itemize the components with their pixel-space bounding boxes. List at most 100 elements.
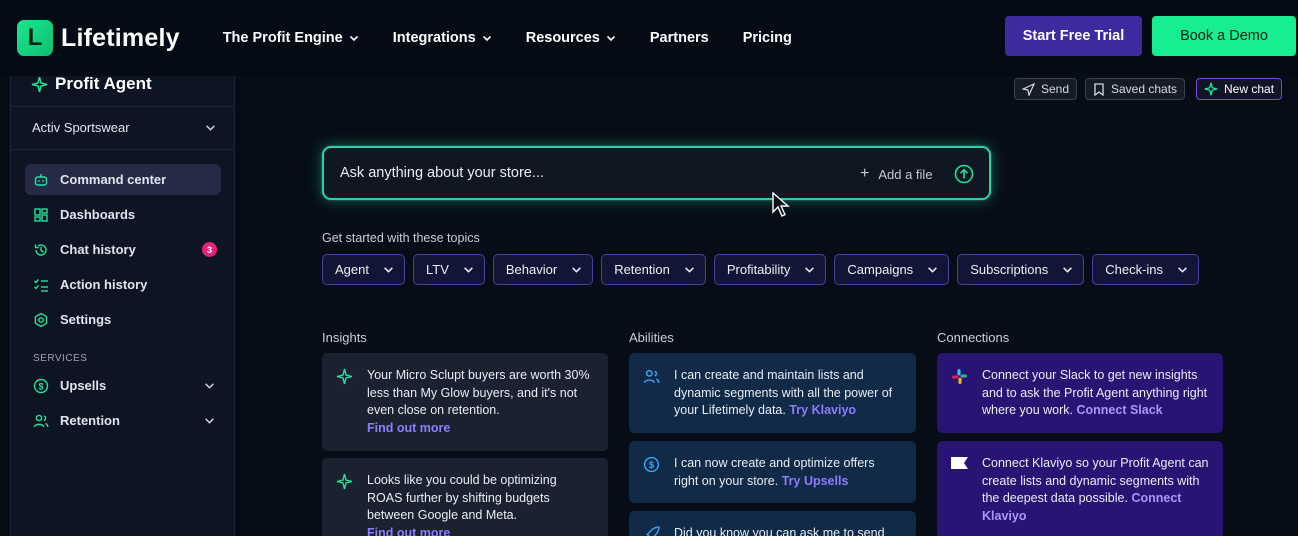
topic-check-ins[interactable]: Check-ins [1092, 254, 1200, 285]
plus-icon: + [860, 165, 870, 182]
sidebar-item-label: Chat history [60, 242, 136, 257]
find-out-more-link[interactable]: Find out more [367, 525, 594, 536]
nav-link-resources[interactable]: Resources [526, 30, 616, 46]
chevron-down-icon [463, 267, 473, 273]
sidebar-title: Profit Agent [31, 74, 152, 94]
try-upsells-link[interactable]: Try Upsells [782, 474, 849, 488]
chevron-down-icon [1063, 267, 1073, 273]
chevron-down-icon [384, 267, 393, 273]
sidebar-item-upsells[interactable]: $ Upsells [25, 370, 221, 401]
nav-link-label: The Profit Engine [222, 30, 343, 46]
ability-card[interactable]: I can create and maintain lists and dyna… [629, 353, 916, 433]
insight-card[interactable]: Looks like you could be optimizing ROAS … [322, 458, 608, 536]
robot-icon [33, 172, 49, 188]
ability-card[interactable]: Did you know you can ask me to send [629, 511, 916, 536]
settings-icon [33, 312, 49, 328]
list-check-icon [33, 277, 49, 293]
insight-text: Your Micro Sclupt buyers are worth 30% l… [367, 368, 590, 417]
sparkle-icon [31, 76, 48, 92]
connections-heading: Connections [937, 330, 1010, 345]
nav-link-integrations[interactable]: Integrations [393, 30, 492, 46]
topics-row: Agent LTV Behavior Retention Profitabili… [322, 254, 1207, 285]
chevron-down-icon [572, 267, 582, 273]
ask-input[interactable]: Ask anything about your store... [340, 165, 544, 181]
divider [11, 149, 235, 150]
sidebar-item-chat-history[interactable]: Chat history 3 [25, 234, 221, 265]
new-chat-label: New chat [1224, 82, 1275, 96]
topic-label: Behavior [505, 262, 558, 277]
topic-campaigns[interactable]: Campaigns [834, 254, 950, 285]
topic-label: Subscriptions [970, 262, 1049, 277]
chevron-down-icon [805, 267, 815, 273]
ability-text: I can create and maintain lists and dyna… [674, 368, 893, 417]
nav-link-label: Integrations [392, 30, 476, 46]
nav-link-partners[interactable]: Partners [650, 30, 709, 46]
dashboard-icon [33, 207, 49, 223]
connect-slack-link[interactable]: Connect Slack [1077, 403, 1163, 417]
sidebar-item-action-history[interactable]: Action history [25, 269, 221, 300]
bookmark-icon [1094, 82, 1104, 96]
logo-text: Lifetimely [61, 23, 180, 52]
ask-input-box[interactable]: Ask anything about your store... + Add a… [322, 146, 991, 200]
topic-ltv[interactable]: LTV [412, 254, 485, 285]
nav-link-pricing[interactable]: Pricing [743, 30, 792, 46]
book-demo-button[interactable]: Book a Demo [1152, 16, 1296, 56]
services-section-label: SERVICES [33, 353, 88, 364]
svg-text:$: $ [38, 381, 43, 391]
saved-chats-button[interactable]: Saved chats [1085, 78, 1186, 100]
sidebar-item-label: Command center [60, 172, 167, 187]
store-select-value: Activ Sportswear [32, 120, 130, 135]
topics-label: Get started with these topics [322, 231, 480, 245]
try-klaviyo-link[interactable]: Try Klaviyo [789, 403, 856, 417]
ability-card[interactable]: $ I can now create and optimize offers r… [629, 441, 916, 503]
topic-retention[interactable]: Retention [601, 254, 706, 285]
mouse-cursor-icon [772, 192, 790, 217]
send-button[interactable]: Send [1014, 78, 1078, 100]
add-file-label: Add a file [878, 166, 933, 182]
chevron-down-icon [206, 125, 215, 131]
chevron-down-icon [606, 35, 615, 42]
topic-label: Check-ins [1105, 262, 1164, 277]
nav-link-profit-engine[interactable]: The Profit Engine [223, 30, 359, 46]
users-icon [643, 369, 660, 384]
send-button-label: Send [1041, 82, 1070, 96]
start-free-trial-button[interactable]: Start Free Trial [1005, 16, 1142, 56]
sidebar-item-label: Settings [60, 312, 112, 327]
topic-subscriptions[interactable]: Subscriptions [957, 254, 1085, 285]
chevron-down-icon [349, 35, 358, 42]
sidebar-item-label: Action history [60, 277, 148, 292]
topic-agent[interactable]: Agent [322, 254, 405, 285]
klaviyo-flag-icon [951, 457, 968, 469]
svg-text:$: $ [649, 460, 655, 471]
sidebar-title-label: Profit Agent [55, 74, 152, 93]
submit-arrow-icon[interactable] [954, 164, 974, 184]
logo[interactable]: L Lifetimely [17, 20, 180, 56]
nav-link-label: Resources [525, 30, 600, 46]
chevron-down-icon [928, 267, 938, 273]
chevron-down-icon[interactable] [204, 380, 215, 391]
find-out-more-link[interactable]: Find out more [367, 420, 594, 438]
dollar-icon: $ [643, 456, 660, 473]
sidebar-item-dashboards[interactable]: Dashboards [25, 199, 221, 230]
new-chat-button[interactable]: New chat [1196, 78, 1283, 100]
connection-card[interactable]: Connect Klaviyo so your Profit Agent can… [937, 441, 1223, 536]
add-file-button[interactable]: + Add a file [860, 165, 933, 183]
sparkle-icon [336, 368, 353, 385]
store-select[interactable]: Activ Sportswear [32, 120, 216, 135]
sidebar-item-label: Retention [60, 413, 120, 428]
sparkle-icon [336, 473, 353, 490]
sidebar-item-settings[interactable]: Settings [25, 304, 221, 335]
insight-card[interactable]: Your Micro Sclupt buyers are worth 30% l… [322, 353, 608, 451]
topic-behavior[interactable]: Behavior [492, 254, 594, 285]
chevron-down-icon[interactable] [204, 415, 215, 426]
topic-label: Profitability [726, 262, 791, 277]
history-icon [33, 242, 49, 258]
chevron-down-icon [1178, 267, 1187, 273]
chevron-down-icon [482, 35, 491, 42]
sidebar-item-label: Dashboards [60, 207, 136, 222]
sidebar-item-command-center[interactable]: Command center [25, 164, 221, 195]
connection-card[interactable]: Connect your Slack to get new insights a… [937, 353, 1223, 433]
sidebar-item-retention[interactable]: Retention [25, 405, 221, 436]
topic-profitability[interactable]: Profitability [713, 254, 827, 285]
insights-heading: Insights [322, 330, 367, 345]
